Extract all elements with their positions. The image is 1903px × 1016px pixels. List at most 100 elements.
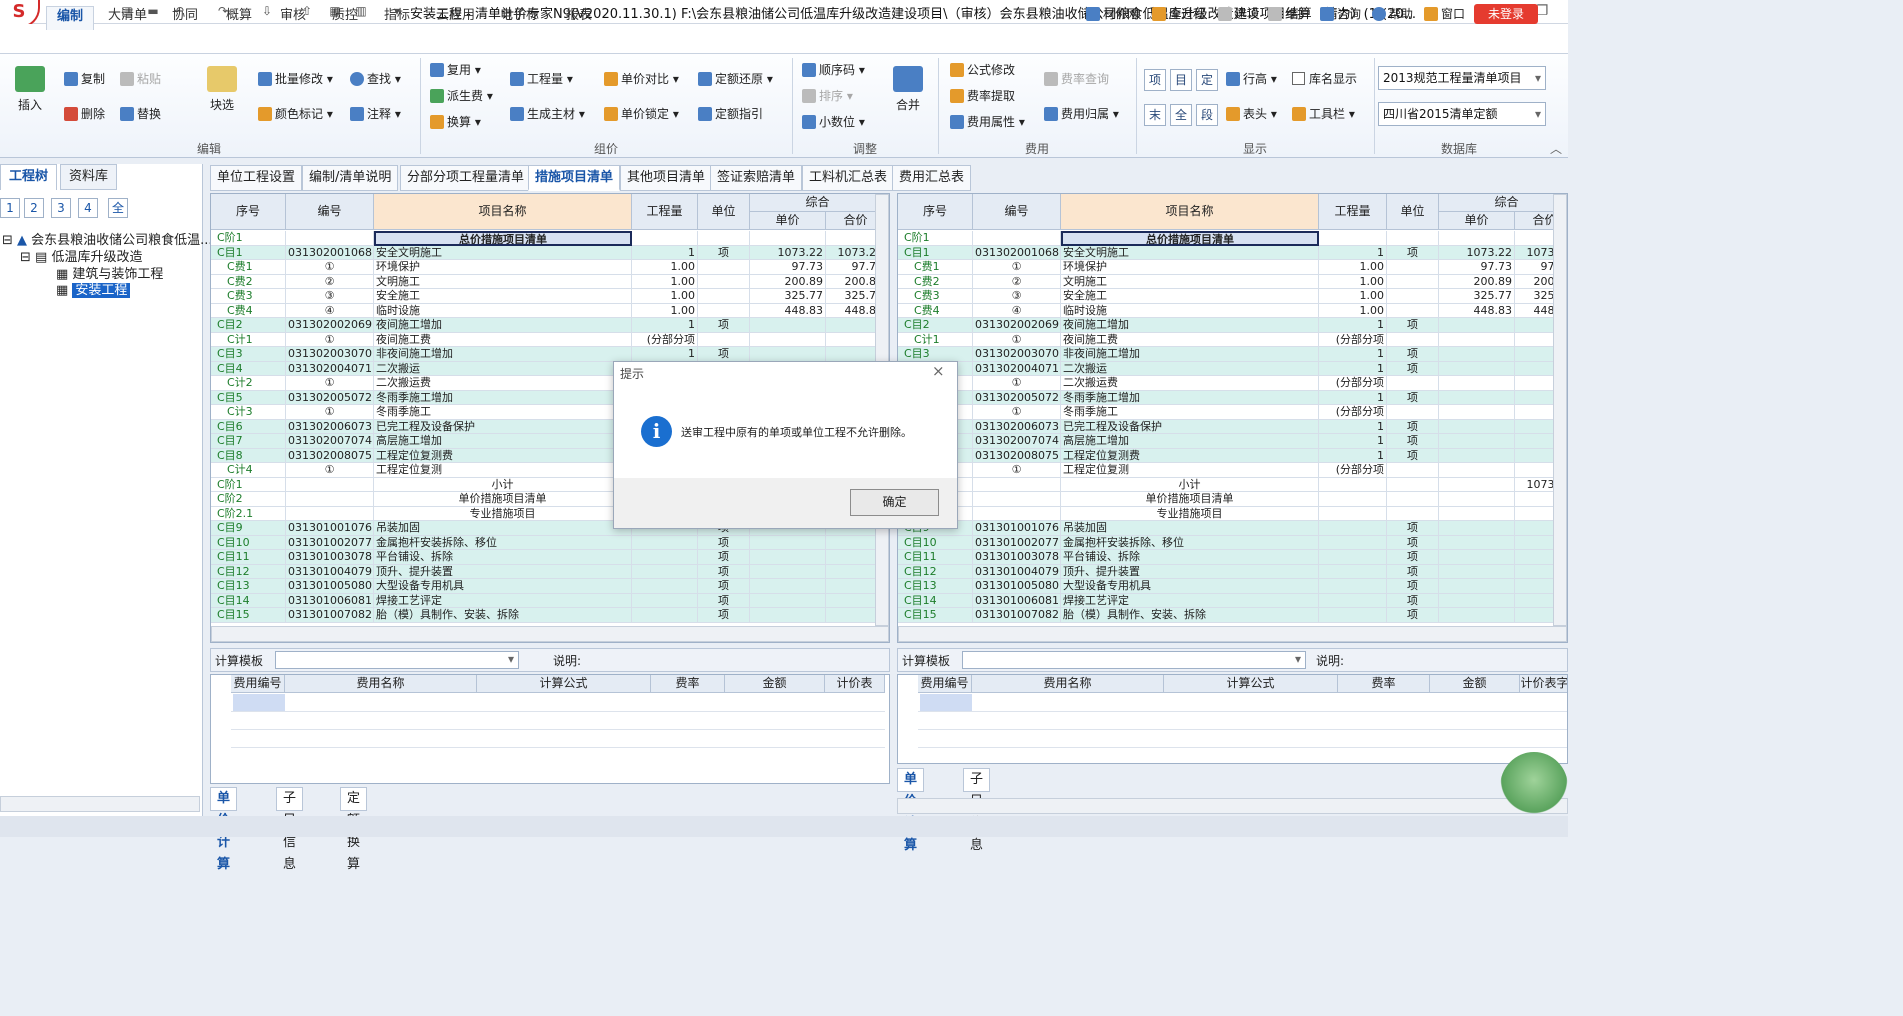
cell-price[interactable] <box>1439 434 1515 449</box>
ok-button[interactable]: 确定 <box>850 489 939 516</box>
show-quota-button[interactable]: 定 <box>1196 69 1218 91</box>
cell-seq[interactable]: C费1 <box>211 260 286 275</box>
cell-price[interactable] <box>1439 405 1515 420</box>
cell-code[interactable]: ① <box>973 260 1061 275</box>
table-row[interactable]: C目15 031301007082 胎（模）具制作、安装、拆除 项 <box>211 608 886 623</box>
table-row[interactable]: C目15 031301007082 胎（模）具制作、安装、拆除 项 <box>898 608 1567 623</box>
rate-query-button[interactable]: 费率查询 <box>1044 69 1109 89</box>
cell-unit[interactable] <box>1387 405 1439 420</box>
cell-name[interactable]: 冬雨季施工增加 <box>1061 390 1319 405</box>
tree-hscrollbar[interactable] <box>0 796 200 812</box>
table-row[interactable]: C目1 031302001068 安全文明施工 1 项 1073.22 1073.22 <box>898 245 1567 260</box>
cell-seq[interactable]: C费4 <box>898 303 973 318</box>
cell-price[interactable] <box>1439 231 1515 246</box>
cell-name[interactable]: 临时设施 <box>374 303 632 318</box>
cell-name[interactable]: 夜间施工增加 <box>1061 318 1319 333</box>
tree-node-install[interactable]: ▦ 安装工程 <box>56 279 131 298</box>
cell-seq[interactable]: C费3 <box>211 289 286 304</box>
column-header-fee-name[interactable]: 费用名称 <box>285 675 477 693</box>
login-button[interactable]: 未登录 <box>1474 4 1538 24</box>
table-row[interactable]: C目2 031302002069 夜间施工增加 1 项 <box>898 318 1567 333</box>
decimal-button[interactable]: 小数位 ▾ <box>802 112 865 132</box>
cell-unit[interactable]: 项 <box>698 550 750 565</box>
cell-code[interactable]: 031302002069 <box>286 318 374 333</box>
cell-seq[interactable]: C目13 <box>211 579 286 594</box>
table-row[interactable]: C目12 031301004079 顶升、提升装置 项 <box>898 564 1567 579</box>
column-header-formula[interactable]: 计算公式 <box>477 675 651 693</box>
cell-qty[interactable]: 1 <box>1319 361 1387 376</box>
column-header-price-table[interactable]: 计价表 <box>825 675 885 693</box>
cell-code[interactable]: 031302007074 <box>286 434 374 449</box>
cell-seq[interactable]: C目14 <box>211 593 286 608</box>
cell-code[interactable]: ① <box>286 463 374 478</box>
cell-unit[interactable]: 项 <box>1387 361 1439 376</box>
tab-claims[interactable]: 签证索赔清单 <box>710 165 803 191</box>
show-last-button[interactable]: 末 <box>1144 104 1166 126</box>
table-row[interactable]: C阶1 总价措施项目清单 <box>211 231 886 246</box>
calc-template-select[interactable]: ▾ <box>275 651 519 669</box>
cell-name[interactable]: 吊装加固 <box>374 521 632 536</box>
cell-seq[interactable]: C目8 <box>211 448 286 463</box>
cell-code[interactable] <box>286 506 374 521</box>
cell-name[interactable]: 胎（模）具制作、安装、拆除 <box>1061 608 1319 623</box>
fee-attr-button[interactable]: 费用属性 ▾ <box>950 112 1025 132</box>
cell-seq[interactable]: C费4 <box>211 303 286 318</box>
table-row[interactable]: C目14 031301006081 焊接工艺评定 项 <box>898 593 1567 608</box>
table-header-button[interactable]: 表头 ▾ <box>1226 104 1277 124</box>
cell-name[interactable]: 工程定位复测 <box>1061 463 1319 478</box>
delete-button[interactable]: 删除 <box>64 104 105 124</box>
menu-tab-report[interactable]: 报表 <box>556 6 602 30</box>
tab-library[interactable]: 资料库 <box>60 164 118 190</box>
cell-name[interactable]: 平台铺设、拆除 <box>1061 550 1319 565</box>
cell-unit[interactable]: 项 <box>698 347 750 362</box>
column-header-name[interactable]: 项目名称 <box>374 194 632 230</box>
list-library-select[interactable]: 2013规范工程量清单项目 <box>1378 66 1546 90</box>
cell-name[interactable]: 已完工程及设备保护 <box>1061 419 1319 434</box>
cell-code[interactable]: 031302006073 <box>973 419 1061 434</box>
cell-price[interactable]: 200.89 <box>1439 274 1515 289</box>
cell-price[interactable]: 200.89 <box>750 274 826 289</box>
cell-code[interactable] <box>973 506 1061 521</box>
table-row[interactable]: C费4④临时设施1.00448.83448.83 <box>211 303 886 318</box>
lib-name-checkbox[interactable]: 库名显示 <box>1292 69 1357 89</box>
cell-code[interactable]: 031302005072 <box>286 390 374 405</box>
cell-qty[interactable]: (分部分项 <box>1319 405 1387 420</box>
table-row[interactable]: C目11 031301003078 平台铺设、拆除 项 <box>898 550 1567 565</box>
column-header-comp[interactable]: 综合 <box>1439 194 1567 212</box>
cell-name[interactable]: 平台铺设、拆除 <box>374 550 632 565</box>
cell-seq[interactable]: C目7 <box>211 434 286 449</box>
cell-name[interactable]: 安全文明施工 <box>374 245 632 260</box>
sort-button[interactable]: 排序 ▾ <box>802 86 853 106</box>
cell-seq[interactable]: C阶1 <box>211 231 286 246</box>
cell-price[interactable] <box>1439 535 1515 550</box>
cell-price[interactable] <box>1439 463 1515 478</box>
table-row[interactable]: C目9031301001076吊装加固项 <box>898 521 1567 536</box>
column-header-unit[interactable]: 单位 <box>1387 194 1439 230</box>
cell-unit[interactable] <box>1387 376 1439 391</box>
cell-name[interactable]: 大型设备专用机具 <box>374 579 632 594</box>
cell-qty[interactable]: 1 <box>632 245 698 260</box>
cell-name[interactable]: 二次搬运 <box>1061 361 1319 376</box>
tab-fee-summary[interactable]: 费用汇总表 <box>892 165 972 191</box>
cell-name[interactable]: 单价措施项目清单 <box>374 492 632 507</box>
table-row[interactable]: C费2②文明施工1.00200.89200.89 <box>898 274 1567 289</box>
table-row[interactable]: C费3③安全施工1.00325.77325.77 <box>211 289 886 304</box>
fee-belong-button[interactable]: 费用归属 ▾ <box>1044 104 1119 124</box>
cell-seq[interactable]: C费3 <box>898 289 973 304</box>
cell-seq[interactable]: C目14 <box>898 593 973 608</box>
cell-unit[interactable]: 项 <box>1387 318 1439 333</box>
cell-code[interactable]: 031302002069 <box>973 318 1061 333</box>
show-item-button[interactable]: 项 <box>1144 69 1166 91</box>
cell-qty[interactable] <box>632 579 698 594</box>
column-header-fee-code[interactable]: 费用编号 <box>231 675 285 693</box>
cell-code[interactable]: ③ <box>973 289 1061 304</box>
table-row[interactable]: C阶2单价措施项目清单 <box>898 492 1567 507</box>
cell-code[interactable]: ① <box>286 332 374 347</box>
cell-code[interactable]: ① <box>973 332 1061 347</box>
cell-seq[interactable]: C阶1 <box>211 477 286 492</box>
replace-button[interactable]: 替换 <box>120 104 161 124</box>
cell-price[interactable]: 97.73 <box>750 260 826 275</box>
menu-tab-cloud[interactable]: 云应用 <box>426 6 485 30</box>
cell-qty[interactable]: (分部分项 <box>1319 332 1387 347</box>
table-row[interactable]: C计3①冬雨季施工(分部分项 <box>898 405 1567 420</box>
